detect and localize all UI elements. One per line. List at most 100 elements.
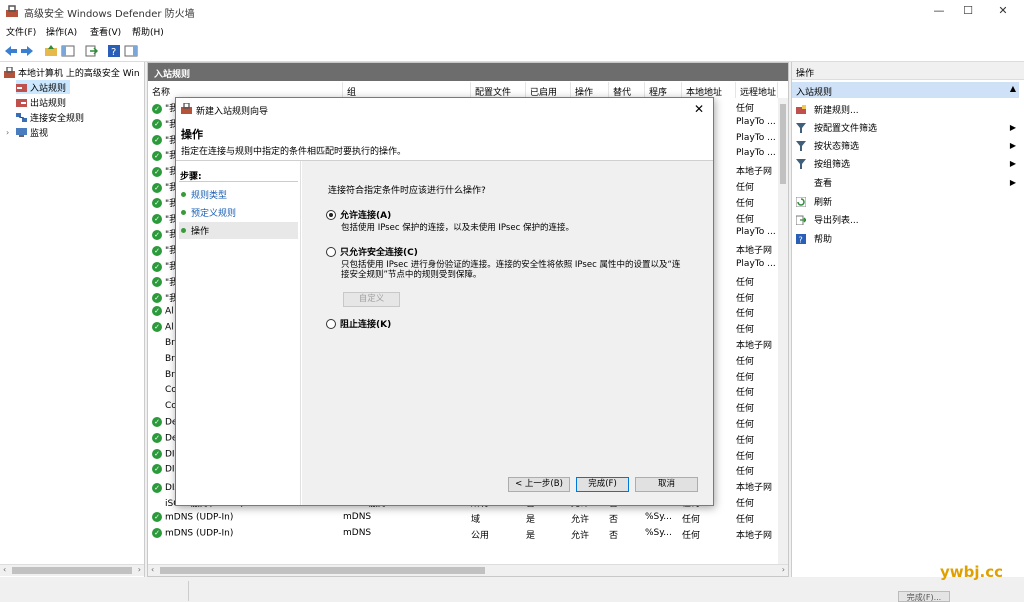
scroll-thumb[interactable]: [12, 567, 132, 574]
enabled-check-icon: ✓: [152, 166, 162, 177]
cell-remote: 任何: [736, 404, 755, 415]
table-row[interactable]: ✓ mDNS (UDP-In) mDNS 公用是允许否 %Sy... 任何 本地子网: [148, 526, 778, 542]
column-header-action[interactable]: 操作: [571, 82, 609, 98]
status-divider: [188, 581, 189, 601]
pane-title: 入站规则: [148, 63, 788, 81]
customize-button[interactable]: 自定义: [343, 292, 400, 307]
rule-name: Al: [165, 322, 174, 333]
scroll-left-icon[interactable]: ‹: [3, 565, 6, 574]
cell-enabled: 是: [526, 530, 536, 541]
enabled-check-icon: ✓: [152, 103, 162, 114]
scroll-right-icon[interactable]: ›: [138, 565, 141, 574]
show-hide-action-pane-icon[interactable]: [124, 44, 138, 58]
actions-section-inbound[interactable]: 入站规则: [792, 82, 1019, 98]
enabled-check-icon: ✓: [152, 135, 162, 146]
menu-help[interactable]: 帮助(H): [132, 25, 164, 38]
action-label: 导出列表...: [814, 216, 859, 226]
cell-override: 否: [609, 530, 619, 541]
enabled-check-icon: ✓: [152, 261, 162, 272]
radio-allow[interactable]: [326, 209, 336, 220]
tree-item-outbound[interactable]: 出站规则: [16, 95, 66, 109]
forward-arrow-icon[interactable]: [20, 44, 34, 58]
column-header-group[interactable]: 组: [343, 82, 471, 98]
column-header-program[interactable]: 程序: [645, 82, 682, 98]
collapse-up-icon[interactable]: ▲: [1010, 84, 1016, 93]
expand-chevron-icon[interactable]: ›: [6, 128, 14, 137]
action-label: 按配置文件筛选: [814, 124, 878, 134]
cell-remote: 任何: [736, 293, 755, 304]
action-filter-profile[interactable]: 按配置文件筛选 ▶: [796, 120, 1016, 135]
minimize-button[interactable]: —: [924, 3, 954, 19]
cancel-button[interactable]: 取消: [635, 477, 698, 492]
step-status-dot-icon: [181, 210, 186, 215]
enabled-check-icon: ✓: [152, 119, 162, 130]
cell-local: 任何: [682, 514, 701, 525]
up-folder-icon[interactable]: [44, 44, 58, 58]
radio-allow-secure[interactable]: [326, 246, 336, 257]
help-icon[interactable]: ?: [107, 44, 121, 58]
submenu-arrow-icon: ▶: [1009, 123, 1016, 132]
action-filter-group[interactable]: 按组筛选 ▶: [796, 156, 1016, 171]
action-view[interactable]: 查看 ▶: [796, 175, 1016, 190]
rule-name: DI: [165, 449, 175, 460]
column-header-profile[interactable]: 配置文件: [471, 82, 526, 98]
option-allow[interactable]: 允许连接(A): [326, 208, 391, 221]
action-export-list[interactable]: 导出列表...: [796, 212, 1016, 227]
scroll-thumb[interactable]: [160, 567, 485, 574]
action-label: 查看: [814, 179, 833, 189]
enabled-check-icon: ✓: [152, 322, 162, 333]
tree-item-connection-security[interactable]: 连接安全规则: [16, 110, 84, 124]
step-action[interactable]: 操作: [179, 222, 298, 239]
wizard-steps: 步骤: 规则类型 预定义规则 操作: [176, 161, 301, 505]
scroll-thumb[interactable]: [780, 104, 786, 184]
maximize-button[interactable]: ☐: [953, 3, 983, 19]
tree-item-label: 出站规则: [30, 98, 67, 109]
column-header-remote-address[interactable]: 远程地址: [736, 82, 778, 98]
table-row[interactable]: ✓ mDNS (UDP-In) mDNS 域是允许否 %Sy... 任何 任何: [148, 510, 778, 526]
back-arrow-icon[interactable]: [4, 44, 18, 58]
menu-view[interactable]: 查看(V): [90, 25, 121, 38]
option-allow-secure-description: 只包括使用 IPsec 进行身份验证的连接。连接的安全性将依照 IPsec 属性…: [341, 260, 681, 280]
menu-action[interactable]: 操作(A): [46, 25, 77, 38]
help-icon: ?: [796, 233, 806, 244]
rules-vertical-scrollbar[interactable]: [778, 98, 788, 566]
scroll-left-icon[interactable]: ‹: [151, 565, 154, 574]
show-hide-tree-icon[interactable]: [61, 44, 75, 58]
status-finish-button[interactable]: 完成(F)...: [898, 591, 950, 602]
tree-horizontal-scrollbar[interactable]: ‹ ›: [0, 564, 144, 576]
option-block[interactable]: 阻止连接(K): [326, 317, 391, 330]
navigation-tree: 本地计算机 上的高级安全 Win 入站规则 出站规则 连接安全规则 › 监视 ‹…: [0, 62, 145, 577]
action-new-rule[interactable]: 新建规则...: [796, 102, 1016, 117]
finish-button[interactable]: 完成(F): [576, 477, 629, 492]
actions-title: 操作: [792, 62, 1024, 80]
option-allow-secure[interactable]: 只允许安全连接(C): [326, 245, 418, 258]
tree-root-label: 本地计算机 上的高级安全 Win: [18, 68, 140, 79]
back-button[interactable]: < 上一步(B): [508, 477, 570, 492]
step-label: 预定义规则: [191, 209, 237, 219]
radio-block[interactable]: [326, 318, 336, 329]
rule-name: mDNS (UDP-In): [165, 528, 234, 539]
column-header-enabled[interactable]: 已启用: [526, 82, 571, 98]
column-header-local-address[interactable]: 本地地址: [682, 82, 736, 98]
column-header-name[interactable]: 名称: [148, 82, 343, 98]
action-label: 新建规则...: [814, 106, 859, 116]
menu-file[interactable]: 文件(F): [6, 25, 36, 38]
action-filter-state[interactable]: 按状态筛选 ▶: [796, 138, 1016, 153]
wizard-content: 连接符合指定条件时应该进行什么操作? 允许连接(A) 包括使用 IPsec 保护…: [302, 161, 713, 505]
step-rule-type[interactable]: 规则类型: [179, 186, 298, 203]
step-predefined-rules[interactable]: 预定义规则: [179, 204, 298, 221]
tree-item-inbound[interactable]: 入站规则: [16, 80, 71, 94]
rules-horizontal-scrollbar[interactable]: ‹ ›: [148, 564, 788, 576]
close-button[interactable]: ✕: [988, 3, 1018, 19]
tree-item-monitor[interactable]: › 监视: [6, 125, 48, 139]
export-icon[interactable]: [84, 44, 98, 58]
dialog-close-button[interactable]: ✕: [691, 101, 707, 117]
column-header-override[interactable]: 替代: [609, 82, 645, 98]
inbound-rules-icon: [16, 83, 27, 92]
action-label: 帮助: [814, 235, 833, 245]
tree-root[interactable]: 本地计算机 上的高级安全 Win: [4, 65, 140, 79]
action-help[interactable]: ? 帮助: [796, 231, 1016, 246]
action-refresh[interactable]: 刷新: [796, 194, 1016, 209]
scroll-right-icon[interactable]: ›: [782, 565, 785, 574]
enabled-check-icon: ✓: [152, 432, 162, 443]
